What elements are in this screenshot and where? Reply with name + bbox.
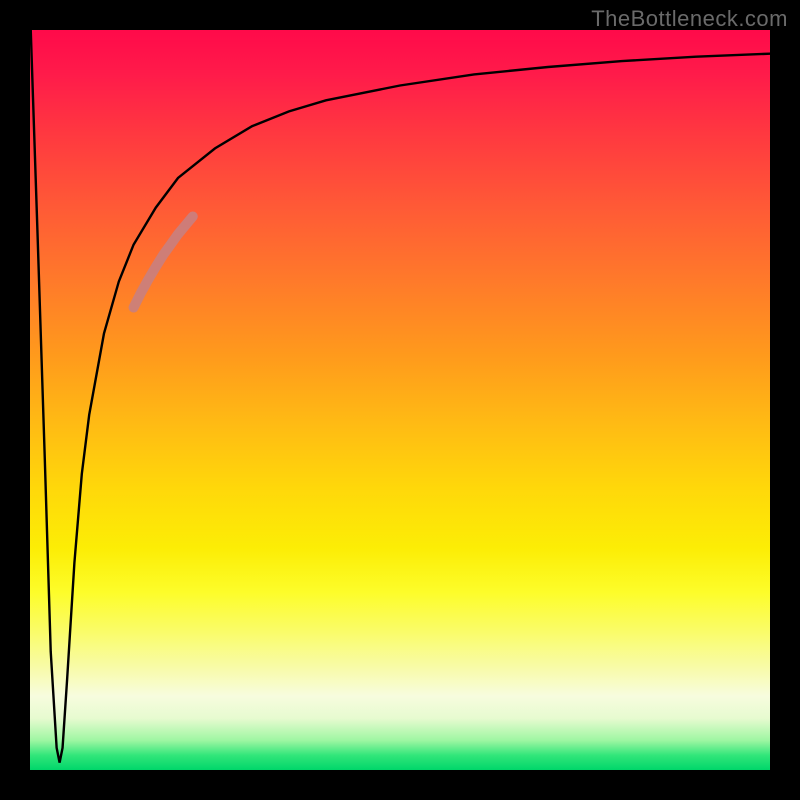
watermark-text: TheBottleneck.com [591,6,788,32]
curve-svg [30,30,770,770]
plot-area [30,30,770,770]
chart-frame: TheBottleneck.com [0,0,800,800]
bottleneck-curve-path [31,30,770,763]
